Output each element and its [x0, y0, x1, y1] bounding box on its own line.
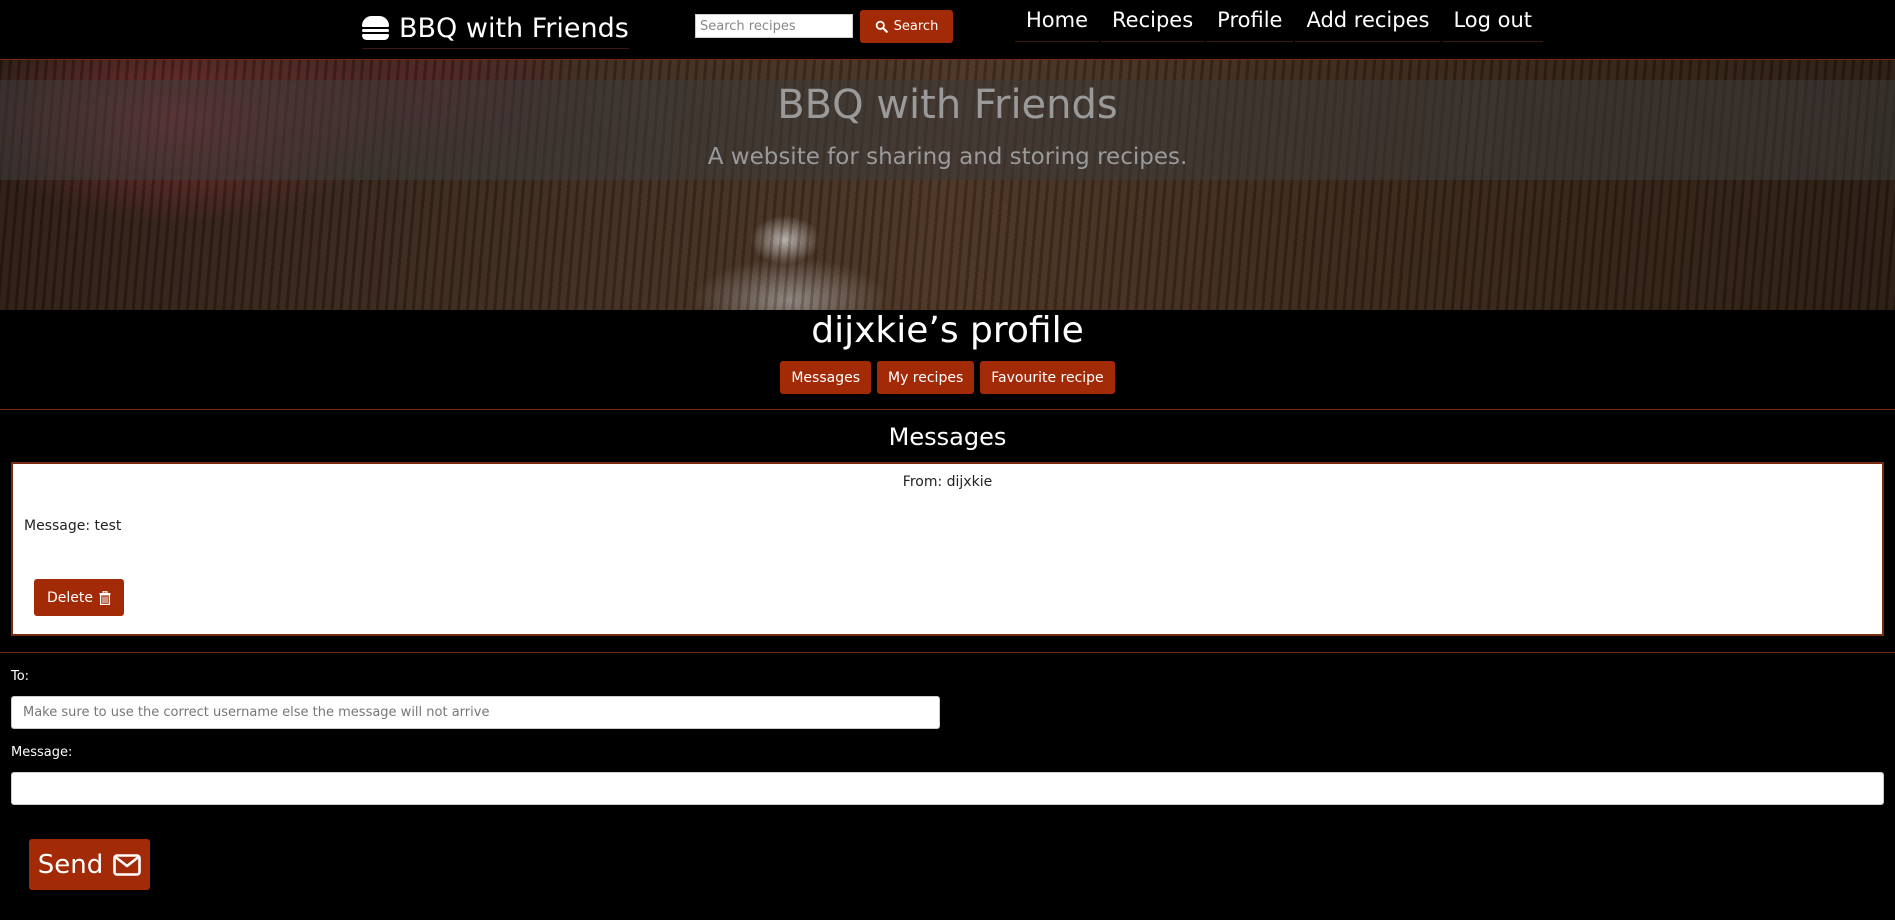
envelope-icon — [113, 853, 142, 876]
tab-favourite-recipe[interactable]: Favourite recipe — [980, 361, 1115, 394]
message-sender: From: dijxkie — [902, 474, 993, 490]
tab-messages[interactable]: Messages — [780, 361, 871, 394]
profile-title: dijxkie’s profile — [811, 310, 1084, 351]
to-field[interactable] — [11, 696, 940, 729]
search-button[interactable]: Search — [860, 10, 953, 43]
delete-message-button[interactable]: Delete — [34, 579, 124, 616]
tab-my-recipes[interactable]: My recipes — [876, 361, 975, 394]
send-button-label: Send — [37, 849, 104, 880]
top-navbar: BBQ with Friends Search Home Recipes Pro… — [0, 0, 1895, 60]
nav-profile[interactable]: Profile — [1206, 0, 1294, 42]
search-button-label: Search — [893, 19, 939, 34]
brand-link[interactable]: BBQ with Friends — [362, 8, 629, 49]
hero-subtitle: A website for sharing and storing recipe… — [707, 144, 1188, 170]
section-divider — [0, 409, 1895, 410]
message-body: Message: test — [24, 518, 122, 534]
messages-heading: Messages — [888, 423, 1007, 451]
hero-banner: BBQ with Friends A website for sharing a… — [0, 60, 1895, 310]
nav-recipes[interactable]: Recipes — [1101, 0, 1205, 42]
message-label: Message: — [11, 745, 73, 760]
brand-label: BBQ with Friends — [399, 12, 629, 44]
main-nav: Home Recipes Profile Add recipes Log out — [1015, 0, 1545, 52]
form-divider — [0, 652, 1895, 653]
trash-icon — [99, 590, 111, 605]
hero-title: BBQ with Friends — [777, 82, 1118, 128]
delete-button-label: Delete — [47, 589, 93, 606]
message-field[interactable] — [11, 772, 1884, 805]
nav-home[interactable]: Home — [1015, 0, 1100, 42]
to-label: To: — [11, 669, 30, 684]
search-input[interactable] — [695, 14, 853, 38]
send-button[interactable]: Send — [29, 839, 150, 890]
hamburger-icon — [362, 16, 389, 40]
profile-tabs: Messages My recipes Favourite recipe — [0, 361, 1895, 394]
nav-log-out[interactable]: Log out — [1442, 0, 1544, 42]
search-icon — [875, 20, 888, 33]
message-card: From: dijxkie Message: test Delete — [11, 462, 1884, 636]
nav-add-recipes[interactable]: Add recipes — [1295, 0, 1441, 42]
